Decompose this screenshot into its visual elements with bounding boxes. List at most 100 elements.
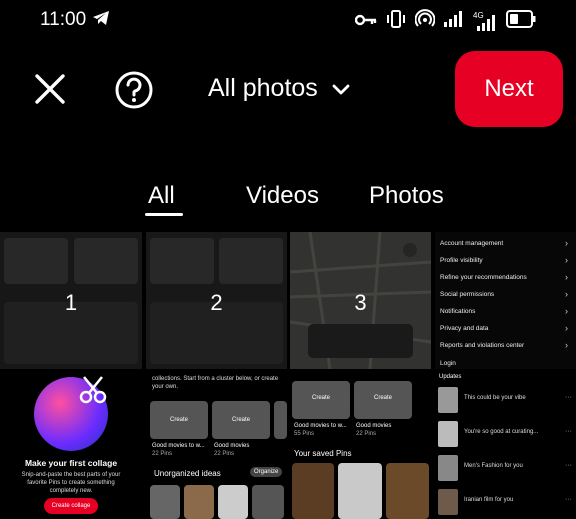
board-title: Good movies to w... <box>152 443 205 449</box>
chevron-right-icon: › <box>565 272 568 282</box>
status-icons: 4G <box>354 9 536 34</box>
selection-number: 3 <box>354 290 367 315</box>
tab-photos[interactable]: Photos <box>369 182 444 210</box>
pin-image <box>184 485 214 519</box>
more-icon: ··· <box>565 428 572 435</box>
menu-item-label: Account management <box>440 240 504 247</box>
album-selector[interactable]: All photos <box>208 74 350 103</box>
update-thumbnail <box>438 489 458 515</box>
collage-title: Make your first collage <box>24 458 118 468</box>
media-thumbnail-3[interactable]: 3 <box>290 232 431 369</box>
menu-item: Reports and violations center › <box>440 340 568 350</box>
scissors-icon <box>79 376 107 404</box>
collage-description: Snip-and-paste the best parts of your fa… <box>21 472 121 494</box>
menu-item-label: Refine your recommendations <box>440 274 527 281</box>
menu-item-label: Notifications <box>440 308 476 315</box>
pin-image <box>386 463 429 519</box>
media-thumbnail-8[interactable]: Updates This could be your vibe ··· You'… <box>435 373 576 519</box>
help-icon <box>115 71 153 109</box>
top-app-bar: All photos Next <box>0 48 576 134</box>
media-thumbnail-4[interactable]: Account management › Profile visibility › … <box>435 232 576 369</box>
pin-image <box>338 463 382 519</box>
board-count: 55 Pins <box>294 431 315 437</box>
media-thumbnail-5[interactable]: Make your first collage Snip-and-paste t… <box>0 373 142 519</box>
album-label: All photos <box>208 74 318 102</box>
help-button[interactable] <box>114 70 154 110</box>
board-count: 22 Pins <box>356 431 377 437</box>
pin-image <box>252 485 284 519</box>
board-title: Good movies to w... <box>294 423 347 429</box>
close-button[interactable] <box>32 71 68 107</box>
update-text: Men's Fashion for you <box>464 463 523 469</box>
chevron-right-icon: › <box>565 323 568 333</box>
menu-item: Login <box>440 360 568 367</box>
more-icon: ··· <box>565 394 572 401</box>
tab-videos[interactable]: Videos <box>246 182 319 210</box>
update-item: Men's Fashion for you ··· <box>438 455 572 481</box>
selection-number: 2 <box>210 290 223 315</box>
vibrate-icon <box>386 9 406 34</box>
board-create-label: Create <box>312 395 331 401</box>
media-thumbnail-2[interactable]: 2 <box>146 232 287 369</box>
more-icon: ··· <box>565 496 572 503</box>
update-thumbnail <box>438 455 458 481</box>
chevron-right-icon: › <box>565 289 568 299</box>
updates-heading: Updates <box>439 374 462 380</box>
menu-item: Refine your recommendations › <box>440 272 568 282</box>
board-count: 22 Pins <box>152 451 173 457</box>
media-grid: 1 2 3 Account management › Profile visibi… <box>0 232 576 519</box>
update-item: Iranian film for you ··· <box>438 489 572 515</box>
chevron-right-icon: › <box>565 238 568 248</box>
menu-item-label: Login <box>440 360 456 367</box>
selection-number: 1 <box>64 290 78 315</box>
tab-all[interactable]: All <box>148 182 175 210</box>
media-tabs: All Videos Photos <box>0 178 576 218</box>
hotspot-icon <box>414 9 436 34</box>
clock: 11:00 <box>40 9 87 30</box>
more-icon: ··· <box>565 462 572 469</box>
pin-image <box>150 485 180 519</box>
media-thumbnail-6[interactable]: collections. Start from a cluster below,… <box>146 373 287 519</box>
saved-pins-label: Your saved Pins <box>294 449 352 458</box>
media-thumbnail-1[interactable]: 1 <box>0 232 142 369</box>
update-thumbnail <box>438 387 458 413</box>
update-text: This could be your vibe <box>464 395 526 401</box>
board-create-label: Create <box>374 395 393 401</box>
close-icon <box>35 74 65 104</box>
update-item: This could be your vibe ··· <box>438 387 572 413</box>
next-button[interactable]: Next <box>455 51 563 127</box>
menu-item: Profile visibility › <box>440 255 568 265</box>
organize-button: Organize <box>250 467 283 477</box>
battery-icon <box>506 10 536 33</box>
board-count: 22 Pins <box>214 451 235 457</box>
unorganized-ideas-label: Unorganized ideas <box>154 469 221 478</box>
update-text: Iranian film for you <box>464 497 514 503</box>
menu-item: Social permissions › <box>440 289 568 299</box>
signal-icon <box>444 11 464 32</box>
chevron-right-icon: › <box>565 255 568 265</box>
pin-image <box>218 485 248 519</box>
board-intro-text: collections. Start from a cluster below,… <box>152 376 279 390</box>
update-text: You're so good at curating... <box>464 429 539 435</box>
update-thumbnail <box>438 421 458 447</box>
chevron-right-icon: › <box>565 306 568 316</box>
media-thumbnail-7[interactable]: Create Create Good movies to w... 55 Pin… <box>290 373 431 519</box>
signal-4g-icon: 4G <box>473 11 497 31</box>
status-bar: 11:00 4G <box>0 0 576 38</box>
update-item: You're so good at curating... ··· <box>438 421 572 447</box>
menu-item-label: Social permissions <box>440 291 495 298</box>
create-collage-button: Create collage <box>44 498 98 514</box>
board-title: Good movies <box>356 423 392 429</box>
menu-item-label: Profile visibility <box>440 257 483 264</box>
menu-item-label: Privacy and data <box>440 325 489 332</box>
board-create-label: Create <box>170 417 189 423</box>
key-icon <box>354 13 377 31</box>
menu-item: Notifications › <box>440 306 568 316</box>
chevron-down-icon <box>332 84 350 94</box>
board-create-label: Create <box>232 417 251 423</box>
menu-item: Privacy and data › <box>440 323 568 333</box>
tab-selected-indicator <box>145 213 183 216</box>
pin-image <box>292 463 334 519</box>
board-cover <box>274 401 287 439</box>
telegram-icon <box>92 10 110 31</box>
